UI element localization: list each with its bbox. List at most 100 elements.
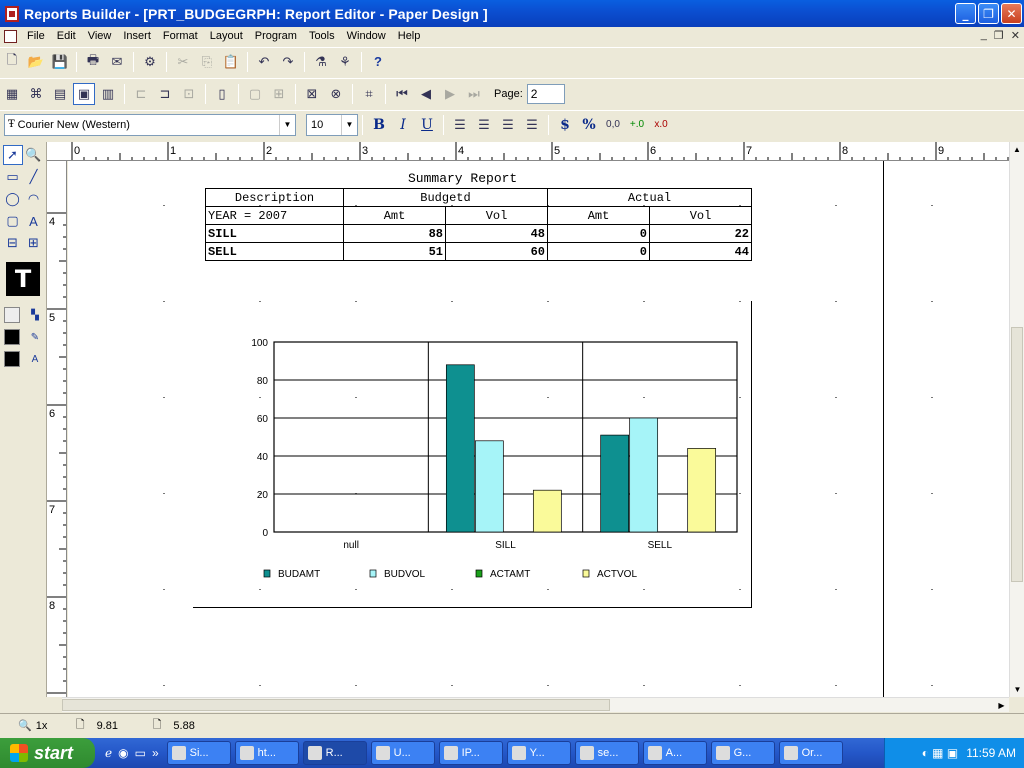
copy-icon[interactable]: ⎘ xyxy=(196,51,218,73)
mdi-restore-button[interactable]: ❐ xyxy=(994,29,1004,42)
prev-page-icon[interactable]: ◀ xyxy=(415,83,437,105)
data-wizard-icon[interactable]: ⚗ xyxy=(310,51,332,73)
remove-decimal-icon[interactable]: x.0 xyxy=(650,114,672,136)
menu-insert[interactable]: Insert xyxy=(117,27,157,46)
mdi-close-button[interactable]: ✕ xyxy=(1011,29,1020,42)
new-icon[interactable]: 🗋 xyxy=(1,51,23,73)
font-name-select[interactable]: Ŧ Courier New (Western) ▼ xyxy=(4,113,296,136)
subheader-act-vol[interactable]: Vol xyxy=(649,206,752,225)
task-button[interactable]: G... xyxy=(710,741,775,765)
chevron-down-icon[interactable]: ▼ xyxy=(341,114,357,135)
subheader-bud-amt[interactable]: Amt xyxy=(343,206,446,225)
run-icon[interactable]: ⚙ xyxy=(139,51,161,73)
act-vol-cell[interactable]: 22 xyxy=(649,224,752,243)
select-parent-icon[interactable]: ⌗ xyxy=(358,83,380,105)
task-button[interactable]: R... xyxy=(302,741,367,765)
bold-button[interactable]: B xyxy=(368,114,390,136)
menu-edit[interactable]: Edit xyxy=(51,27,82,46)
subheader-act-amt[interactable]: Amt xyxy=(547,206,650,225)
bar-chart[interactable]: 0 20 40 60 80 100 null SILL SELL BUDAMT BUDVOL ACTA… xyxy=(238,331,748,591)
font-size-select[interactable]: 10 ▼ xyxy=(306,113,358,136)
quicklaunch-more-icon[interactable]: » xyxy=(152,746,159,760)
bud-amt-cell[interactable]: 88 xyxy=(343,224,446,243)
bud-vol-cell[interactable]: 60 xyxy=(445,242,548,261)
start-button[interactable]: start xyxy=(0,738,95,768)
add-decimal-icon[interactable]: +.0 xyxy=(626,114,648,136)
table-row[interactable]: SILL 88 48 0 22 xyxy=(205,224,752,243)
align-icon[interactable]: ⊞ xyxy=(268,83,290,105)
parameter-form-view-icon[interactable]: ▥ xyxy=(97,83,119,105)
field-tool-icon[interactable]: ⊟ xyxy=(3,233,23,253)
bud-amt-cell[interactable]: 51 xyxy=(343,242,446,261)
undo-icon[interactable]: ↶ xyxy=(253,51,275,73)
line-color-swatch[interactable] xyxy=(4,329,20,345)
cut-icon[interactable]: ✂ xyxy=(172,51,194,73)
align-right-icon[interactable]: ☰ xyxy=(497,114,519,136)
mdi-minimize-button[interactable]: _ xyxy=(981,29,987,42)
open-icon[interactable]: 📂 xyxy=(25,51,47,73)
text-color-swatch[interactable] xyxy=(4,351,20,367)
chart-tool-icon[interactable]: ⊞ xyxy=(24,233,44,253)
ie-icon[interactable]: ℯ xyxy=(105,746,112,760)
menu-view[interactable]: View xyxy=(82,27,118,46)
task-button[interactable]: U... xyxy=(370,741,435,765)
browser-icon[interactable]: ◉ xyxy=(118,746,128,760)
tray-icons[interactable]: ◐ ▦ ▣ xyxy=(922,746,959,760)
flex-icon[interactable]: ⊗ xyxy=(325,83,347,105)
vertical-scroll-thumb[interactable] xyxy=(1011,327,1023,582)
header-actual[interactable]: Actual xyxy=(547,188,752,207)
currency-button[interactable]: $ xyxy=(554,114,576,136)
summary-table[interactable]: Description Budgetd Actual YEAR = 2007 A… xyxy=(205,188,752,261)
web-source-view-icon[interactable]: ⌘ xyxy=(25,83,47,105)
line-color-icon[interactable]: ✎ xyxy=(25,327,45,347)
body-icon[interactable]: ▯ xyxy=(211,83,233,105)
ellipse-tool-icon[interactable]: ◯ xyxy=(3,189,23,209)
report-wizard-icon[interactable]: ⚘ xyxy=(334,51,356,73)
select-tool-icon[interactable]: ➚ xyxy=(2,145,23,165)
text-tool-active-icon[interactable]: T xyxy=(6,262,40,296)
row-name[interactable]: SELL xyxy=(205,242,344,261)
scroll-up-icon[interactable]: ▲ xyxy=(1010,142,1024,157)
task-button[interactable]: Si... xyxy=(166,741,231,765)
save-icon[interactable]: 💾 xyxy=(49,51,71,73)
header-description[interactable]: Description xyxy=(205,188,344,207)
first-page-icon[interactable]: ⏮ xyxy=(391,83,413,105)
percent-button[interactable]: % xyxy=(578,114,600,136)
magnify-tool-icon[interactable]: 🔍 xyxy=(24,145,44,165)
act-vol-cell[interactable]: 44 xyxy=(649,242,752,261)
underline-button[interactable]: U xyxy=(416,114,438,136)
menu-program[interactable]: Program xyxy=(249,27,303,46)
report-title[interactable]: Summary Report xyxy=(408,171,517,186)
mail-icon[interactable]: ✉ xyxy=(106,51,128,73)
line-tool-icon[interactable]: ╱ xyxy=(24,167,44,187)
italic-button[interactable]: I xyxy=(392,114,414,136)
task-button[interactable]: IP... xyxy=(438,741,503,765)
table-row[interactable]: SELL 51 60 0 44 xyxy=(205,242,752,261)
paper-layout-view-icon[interactable]: ▤ xyxy=(49,83,71,105)
show-desktop-icon[interactable]: ▭ xyxy=(135,746,146,760)
vertical-scrollbar[interactable]: ▲ ▼ xyxy=(1009,142,1024,697)
confine-icon[interactable]: ⊠ xyxy=(301,83,323,105)
task-button[interactable]: A... xyxy=(642,741,707,765)
redo-icon[interactable]: ↷ xyxy=(277,51,299,73)
next-page-icon[interactable]: ▶ xyxy=(439,83,461,105)
menu-layout[interactable]: Layout xyxy=(204,27,249,46)
bud-vol-cell[interactable]: 48 xyxy=(445,224,548,243)
horizontal-scrollbar[interactable]: ▶ xyxy=(62,697,1009,712)
paper-design-view-icon[interactable]: ▣ xyxy=(73,82,95,105)
task-button[interactable]: ht... xyxy=(234,741,299,765)
commas-icon[interactable]: 0,0 xyxy=(602,114,624,136)
act-amt-cell[interactable]: 0 xyxy=(547,242,650,261)
row-name[interactable]: SILL xyxy=(205,224,344,243)
scroll-right-icon[interactable]: ▶ xyxy=(994,698,1009,712)
year-cell[interactable]: YEAR = 2007 xyxy=(205,206,344,225)
margin-icon[interactable]: ▢ xyxy=(244,83,266,105)
task-button[interactable]: Y... xyxy=(506,741,571,765)
field-icon[interactable]: ⊡ xyxy=(178,83,200,105)
menu-tools[interactable]: Tools xyxy=(303,27,341,46)
align-center-icon[interactable]: ☰ xyxy=(473,114,495,136)
task-button[interactable]: se... xyxy=(574,741,639,765)
page-number-input[interactable]: 2 xyxy=(526,83,565,104)
chevron-down-icon[interactable]: ▼ xyxy=(279,114,295,135)
subheader-bud-vol[interactable]: Vol xyxy=(445,206,548,225)
